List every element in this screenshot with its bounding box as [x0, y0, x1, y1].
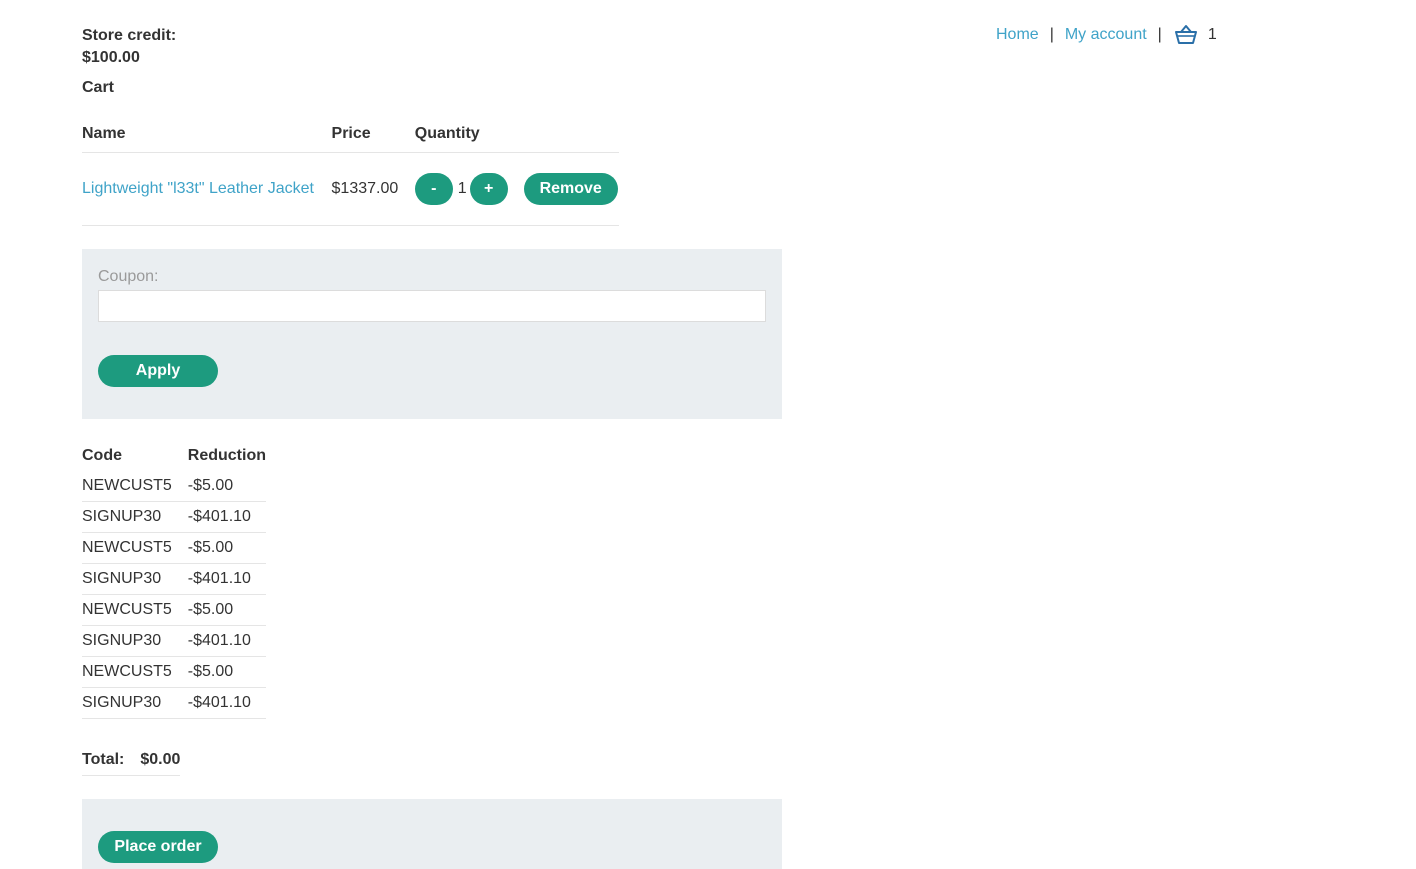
increase-quantity-button[interactable]: + — [469, 173, 508, 205]
column-header-quantity: Quantity — [414, 122, 619, 153]
quantity-stepper: - 1 + Remove — [414, 173, 619, 205]
coupon-code: NEWCUST5 — [82, 471, 188, 502]
coupon-code: NEWCUST5 — [82, 656, 188, 688]
cart-table-header: Name Price Quantity — [82, 122, 619, 153]
cart-page: Store credit: $100.00 Home | My account … — [0, 0, 1416, 869]
total-amount: $0.00 — [140, 745, 181, 776]
coupon-panel: Coupon: Apply — [82, 249, 782, 419]
total-row: Total: $0.00 — [82, 745, 181, 776]
cart-count: 1 — [1207, 26, 1217, 43]
cart-heading: Cart — [82, 79, 115, 96]
coupon-row: NEWCUST5 -$5.00 — [82, 594, 266, 626]
column-header-name: Name — [82, 122, 332, 153]
nav-separator: | — [1049, 26, 1054, 43]
quantity-value: 1 — [457, 180, 467, 197]
nav-my-account-link[interactable]: My account — [1065, 24, 1147, 46]
coupon-code: SIGNUP30 — [82, 625, 188, 657]
column-header-price: Price — [331, 122, 415, 153]
coupon-row: SIGNUP30 -$401.10 — [82, 563, 266, 595]
top-nav: Home | My account | 1 — [996, 24, 1217, 46]
coupon-code: NEWCUST5 — [82, 594, 188, 626]
total-table: Total: $0.00 — [82, 745, 181, 776]
basket-icon[interactable] — [1174, 24, 1198, 46]
applied-coupons-header: Code Reduction — [82, 441, 266, 471]
cart-item-quantity-cell: - 1 + Remove — [414, 152, 619, 226]
coupon-code: SIGNUP30 — [82, 501, 188, 533]
store-credit: Store credit: $100.00 — [82, 25, 176, 69]
cart-item-name-cell: Lightweight "l33t" Leather Jacket — [82, 152, 332, 226]
coupon-label: Coupon: — [98, 268, 159, 285]
column-header-reduction: Reduction — [187, 447, 266, 464]
coupon-row: NEWCUST5 -$5.00 — [82, 532, 266, 564]
cart-table: Name Price Quantity Lightweight "l33t" L… — [82, 122, 619, 226]
coupon-row: NEWCUST5 -$5.00 — [82, 656, 266, 688]
coupon-reduction: -$5.00 — [187, 532, 266, 564]
product-link[interactable]: Lightweight "l33t" Leather Jacket — [82, 180, 314, 197]
coupon-reduction: -$5.00 — [187, 656, 266, 688]
coupon-row: SIGNUP30 -$401.10 — [82, 625, 266, 657]
coupon-row: SIGNUP30 -$401.10 — [82, 687, 266, 719]
coupon-row: SIGNUP30 -$401.10 — [82, 501, 266, 533]
coupon-reduction: -$401.10 — [187, 501, 266, 533]
basket-icon-svg — [1174, 25, 1197, 44]
place-order-button[interactable]: Place order — [98, 831, 218, 863]
remove-item-button[interactable]: Remove — [523, 173, 618, 205]
coupon-reduction: -$401.10 — [187, 625, 266, 657]
coupon-code: SIGNUP30 — [82, 563, 188, 595]
nav-home-link[interactable]: Home — [996, 24, 1039, 46]
coupon-reduction: -$5.00 — [187, 471, 266, 502]
coupon-code: NEWCUST5 — [82, 532, 188, 564]
coupon-input[interactable] — [98, 290, 766, 322]
coupon-code: SIGNUP30 — [82, 687, 188, 719]
apply-coupon-button[interactable]: Apply — [98, 355, 218, 387]
store-credit-amount: $100.00 — [82, 49, 140, 66]
coupon-reduction: -$5.00 — [187, 594, 266, 626]
column-header-code: Code — [82, 447, 122, 464]
place-order-panel: Place order — [82, 799, 782, 869]
total-label: Total: — [82, 745, 141, 776]
cart-item-price: $1337.00 — [331, 152, 415, 226]
applied-coupons-table: Code Reduction NEWCUST5 -$5.00 SIGNUP30 … — [82, 441, 266, 719]
decrease-quantity-button[interactable]: - — [414, 173, 453, 205]
cart-item-row: Lightweight "l33t" Leather Jacket $1337.… — [82, 152, 619, 226]
coupon-row: NEWCUST5 -$5.00 — [82, 471, 266, 502]
store-credit-label: Store credit: — [82, 27, 177, 44]
nav-separator: | — [1157, 26, 1162, 43]
coupon-reduction: -$401.10 — [187, 563, 266, 595]
coupon-reduction: -$401.10 — [187, 687, 266, 719]
